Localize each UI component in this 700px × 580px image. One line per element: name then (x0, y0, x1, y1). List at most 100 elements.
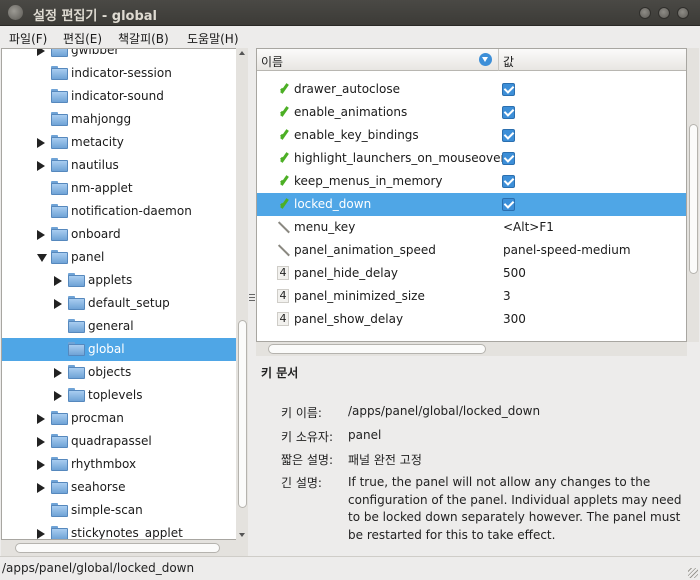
key-name: locked_down (294, 197, 372, 211)
expander-closed-icon[interactable] (37, 460, 45, 470)
key-row[interactable]: panel_animation_speed panel-speed-medium (257, 239, 686, 262)
folder-icon (51, 66, 68, 80)
tree-item[interactable]: panel (2, 246, 236, 269)
value-checkbox[interactable] (502, 106, 515, 119)
maximize-button[interactable] (658, 7, 670, 19)
tree-item[interactable]: quadrapassel (2, 430, 236, 453)
key-name: keep_menus_in_memory (294, 174, 443, 188)
folder-icon (51, 411, 68, 425)
title-bar: 설정 편집기 - global (0, 0, 700, 26)
value-checkbox[interactable] (502, 198, 515, 211)
boolean-type-icon (277, 105, 292, 119)
tree-item-label: seahorse (71, 480, 126, 494)
key-row[interactable]: menu_key <Alt>F1 (257, 216, 686, 239)
expander-closed-icon[interactable] (37, 437, 45, 447)
folder-icon (51, 457, 68, 471)
key-list[interactable]: 이름 값 drawer_autoclose enable_animations en… (256, 48, 687, 342)
tree-item[interactable]: gwibber (2, 49, 236, 62)
scroll-down-icon[interactable] (239, 533, 245, 537)
key-value[interactable]: 3 (503, 289, 511, 303)
expander-closed-icon[interactable] (54, 368, 62, 378)
key-row[interactable]: 4 panel_show_delay 300 (257, 308, 686, 331)
list-horizontal-scrollbar[interactable] (256, 342, 687, 356)
value-checkbox[interactable] (502, 175, 515, 188)
expander-closed-icon[interactable] (37, 230, 45, 240)
key-row[interactable]: 4 panel_hide_delay 500 (257, 262, 686, 285)
tree-item[interactable]: notification-daemon (2, 200, 236, 223)
tree-item-label: indicator-session (71, 66, 172, 80)
key-name: panel_minimized_size (294, 289, 425, 303)
tree-item[interactable]: stickynotes_applet (2, 522, 236, 539)
long-desc-value: If true, the panel will not allow any ch… (348, 475, 682, 542)
tree-item[interactable]: simple-scan (2, 499, 236, 522)
key-row[interactable]: 4 panel_minimized_size 3 (257, 285, 686, 308)
column-header-value[interactable]: 값 (498, 49, 686, 71)
key-name: highlight_launchers_on_mouseover (294, 151, 506, 165)
directory-tree[interactable]: gwibber indicator-session indicator-sound m… (1, 48, 248, 540)
key-row[interactable]: drawer_autoclose (257, 78, 686, 101)
tree-item[interactable]: metacity (2, 131, 236, 154)
expander-closed-icon[interactable] (37, 138, 45, 148)
menu-bookmarks[interactable]: 책갈피(B) (118, 30, 169, 47)
tree-item[interactable]: toplevels (2, 384, 236, 407)
menu-bar: 파일(F) 편집(E) 책갈피(B) 도움말(H) (0, 26, 700, 48)
status-path: /apps/panel/global/locked_down (2, 561, 195, 575)
sort-descending-icon[interactable] (479, 53, 492, 66)
tree-item[interactable]: rhythmbox (2, 453, 236, 476)
expander-open-icon[interactable] (37, 254, 47, 262)
list-hscroll-thumb[interactable] (268, 344, 486, 354)
key-row[interactable]: locked_down (257, 193, 686, 216)
tree-vertical-scrollbar[interactable] (236, 48, 248, 540)
tree-scroll-thumb[interactable] (238, 320, 247, 508)
key-row[interactable]: enable_animations (257, 101, 686, 124)
menu-edit[interactable]: 편집(E) (63, 30, 102, 47)
scroll-up-icon[interactable] (239, 51, 245, 55)
column-header-name[interactable]: 이름 (257, 49, 498, 71)
menu-file[interactable]: 파일(F) (9, 30, 47, 47)
list-scroll-thumb[interactable] (689, 124, 698, 274)
tree-item-label: toplevels (88, 388, 143, 402)
close-button[interactable] (677, 7, 689, 19)
tree-item[interactable]: default_setup (2, 292, 236, 315)
expander-closed-icon[interactable] (37, 483, 45, 493)
folder-icon (51, 112, 68, 126)
value-checkbox[interactable] (502, 152, 515, 165)
tree-item[interactable]: nm-applet (2, 177, 236, 200)
value-checkbox[interactable] (502, 83, 515, 96)
expander-closed-icon[interactable] (37, 529, 45, 539)
expander-closed-icon[interactable] (37, 49, 45, 56)
tree-item[interactable]: indicator-sound (2, 85, 236, 108)
minimize-button[interactable] (639, 7, 651, 19)
tree-item[interactable]: seahorse (2, 476, 236, 499)
key-value[interactable]: panel-speed-medium (503, 243, 631, 257)
tree-item[interactable]: mahjongg (2, 108, 236, 131)
pane-splitter-handle[interactable] (249, 294, 255, 306)
key-value[interactable]: <Alt>F1 (503, 220, 554, 234)
tree-item[interactable]: procman (2, 407, 236, 430)
tree-item[interactable]: general (2, 315, 236, 338)
expander-closed-icon[interactable] (54, 391, 62, 401)
key-row[interactable]: highlight_launchers_on_mouseover (257, 147, 686, 170)
key-row[interactable]: keep_menus_in_memory (257, 170, 686, 193)
tree-item[interactable]: nautilus (2, 154, 236, 177)
tree-item[interactable]: objects (2, 361, 236, 384)
tree-hscroll-thumb[interactable] (15, 543, 220, 553)
list-vertical-scrollbar[interactable] (687, 48, 699, 342)
menu-help[interactable]: 도움말(H) (187, 30, 239, 47)
expander-closed-icon[interactable] (37, 161, 45, 171)
tree-horizontal-scrollbar[interactable] (1, 540, 248, 556)
tree-item[interactable]: indicator-session (2, 62, 236, 85)
expander-closed-icon[interactable] (54, 276, 62, 286)
expander-closed-icon[interactable] (37, 414, 45, 424)
key-name: menu_key (294, 220, 356, 234)
tree-item[interactable]: global (2, 338, 236, 361)
value-checkbox[interactable] (502, 129, 515, 142)
resize-grip-icon[interactable] (688, 568, 698, 578)
key-value[interactable]: 300 (503, 312, 526, 326)
tree-item[interactable]: applets (2, 269, 236, 292)
key-value[interactable]: 500 (503, 266, 526, 280)
key-row[interactable]: enable_key_bindings (257, 124, 686, 147)
expander-closed-icon[interactable] (54, 299, 62, 309)
tree-item[interactable]: onboard (2, 223, 236, 246)
string-type-icon (278, 244, 290, 256)
